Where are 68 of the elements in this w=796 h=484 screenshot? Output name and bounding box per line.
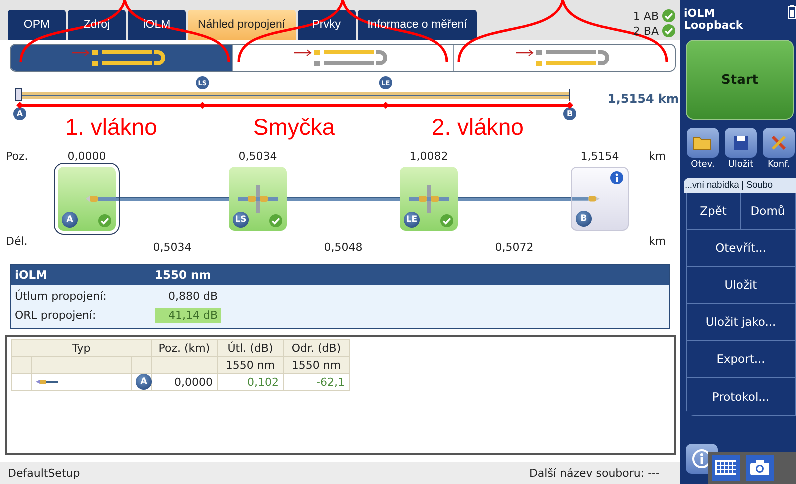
element-card[interactable]: B xyxy=(571,167,629,231)
length-value: 0,5048 xyxy=(323,240,364,254)
connector-icon xyxy=(86,195,116,203)
connector-icon xyxy=(572,195,600,203)
annotation-label: Smyčka xyxy=(252,114,336,142)
battery-icon xyxy=(788,5,796,19)
mode-segment[interactable] xyxy=(453,45,675,71)
breadcrumb: ...vní nabídka | Soubo xyxy=(684,178,796,193)
marker-badge: LS xyxy=(233,212,249,228)
tab[interactable]: Prvky xyxy=(298,10,356,40)
camera-icon xyxy=(750,460,770,476)
position-value: 0,5034 xyxy=(238,150,278,163)
position-value: 1,5154 xyxy=(580,150,620,163)
summary-value: 41,14 dB xyxy=(155,308,221,323)
table-cell: 0,0000 xyxy=(152,374,218,391)
marker-badge: B xyxy=(564,108,576,120)
marker-badge: A xyxy=(14,108,26,120)
position-value: 0,0000 xyxy=(66,150,108,163)
camera-button[interactable] xyxy=(746,455,774,481)
mode-segment[interactable] xyxy=(11,45,232,71)
position-value: 1,0082 xyxy=(408,150,450,163)
keyboard-button[interactable] xyxy=(712,455,740,481)
column-header: Útl. (dB) xyxy=(218,340,284,357)
table-cell xyxy=(152,357,218,374)
annotation-label: 1. vlákno xyxy=(64,114,158,142)
next-filename: Další název souboru: --- xyxy=(529,466,660,480)
length-label: Dél. xyxy=(5,235,29,250)
column-header: Typ xyxy=(12,340,152,357)
table-cell: -62,1 xyxy=(284,374,350,391)
check-icon xyxy=(662,9,676,23)
table-cell: 0,102 xyxy=(218,374,284,391)
summary-value: 0,880 dB xyxy=(167,289,219,304)
summary-label: ORL propojení: xyxy=(15,309,98,322)
unit-label: km xyxy=(649,235,668,250)
column-header: 1550 nm xyxy=(218,357,284,374)
length-value: 0,5072 xyxy=(494,240,535,254)
mode-title: iOLM Loopback xyxy=(684,8,744,32)
marker-badge: B xyxy=(576,211,592,227)
nav-button[interactable]: Zpět xyxy=(687,193,741,230)
column-header: 1550 nm xyxy=(284,357,350,374)
tab[interactable]: OPM xyxy=(8,10,66,40)
test-direction: 1 AB xyxy=(633,10,659,22)
start-button[interactable]: Start xyxy=(686,40,794,120)
wavelength: 1550 nm xyxy=(155,268,212,282)
column-header: Poz. (km) xyxy=(152,340,218,357)
element-card[interactable]: LE xyxy=(400,167,458,231)
keyboard-icon xyxy=(715,460,737,476)
position-label: Poz. xyxy=(5,150,30,163)
summary-title: iOLM xyxy=(15,268,48,282)
annotation-label: 2. vlákno xyxy=(430,114,525,142)
splice-icon xyxy=(409,185,449,213)
marker-badge: A xyxy=(62,212,78,228)
splice-icon xyxy=(238,185,278,213)
length-value: 0,5034 xyxy=(152,240,193,254)
check-icon xyxy=(662,24,676,38)
column-header: Odr. (dB) xyxy=(284,340,350,357)
folder-icon xyxy=(693,135,713,151)
connector-icon xyxy=(36,379,58,385)
unit-label: km xyxy=(649,150,668,163)
element-card[interactable]: LS xyxy=(229,167,287,231)
setup-name: DefaultSetup xyxy=(8,466,80,480)
tab[interactable]: Náhled propojení xyxy=(188,10,296,40)
marker-badge: A xyxy=(136,374,152,390)
element-card[interactable]: A xyxy=(58,167,116,231)
marker-badge: LE xyxy=(404,212,420,228)
tools-icon xyxy=(770,134,788,152)
summary-label: Útlum propojení: xyxy=(15,290,108,303)
total-length: 1,5154 km xyxy=(608,92,679,106)
